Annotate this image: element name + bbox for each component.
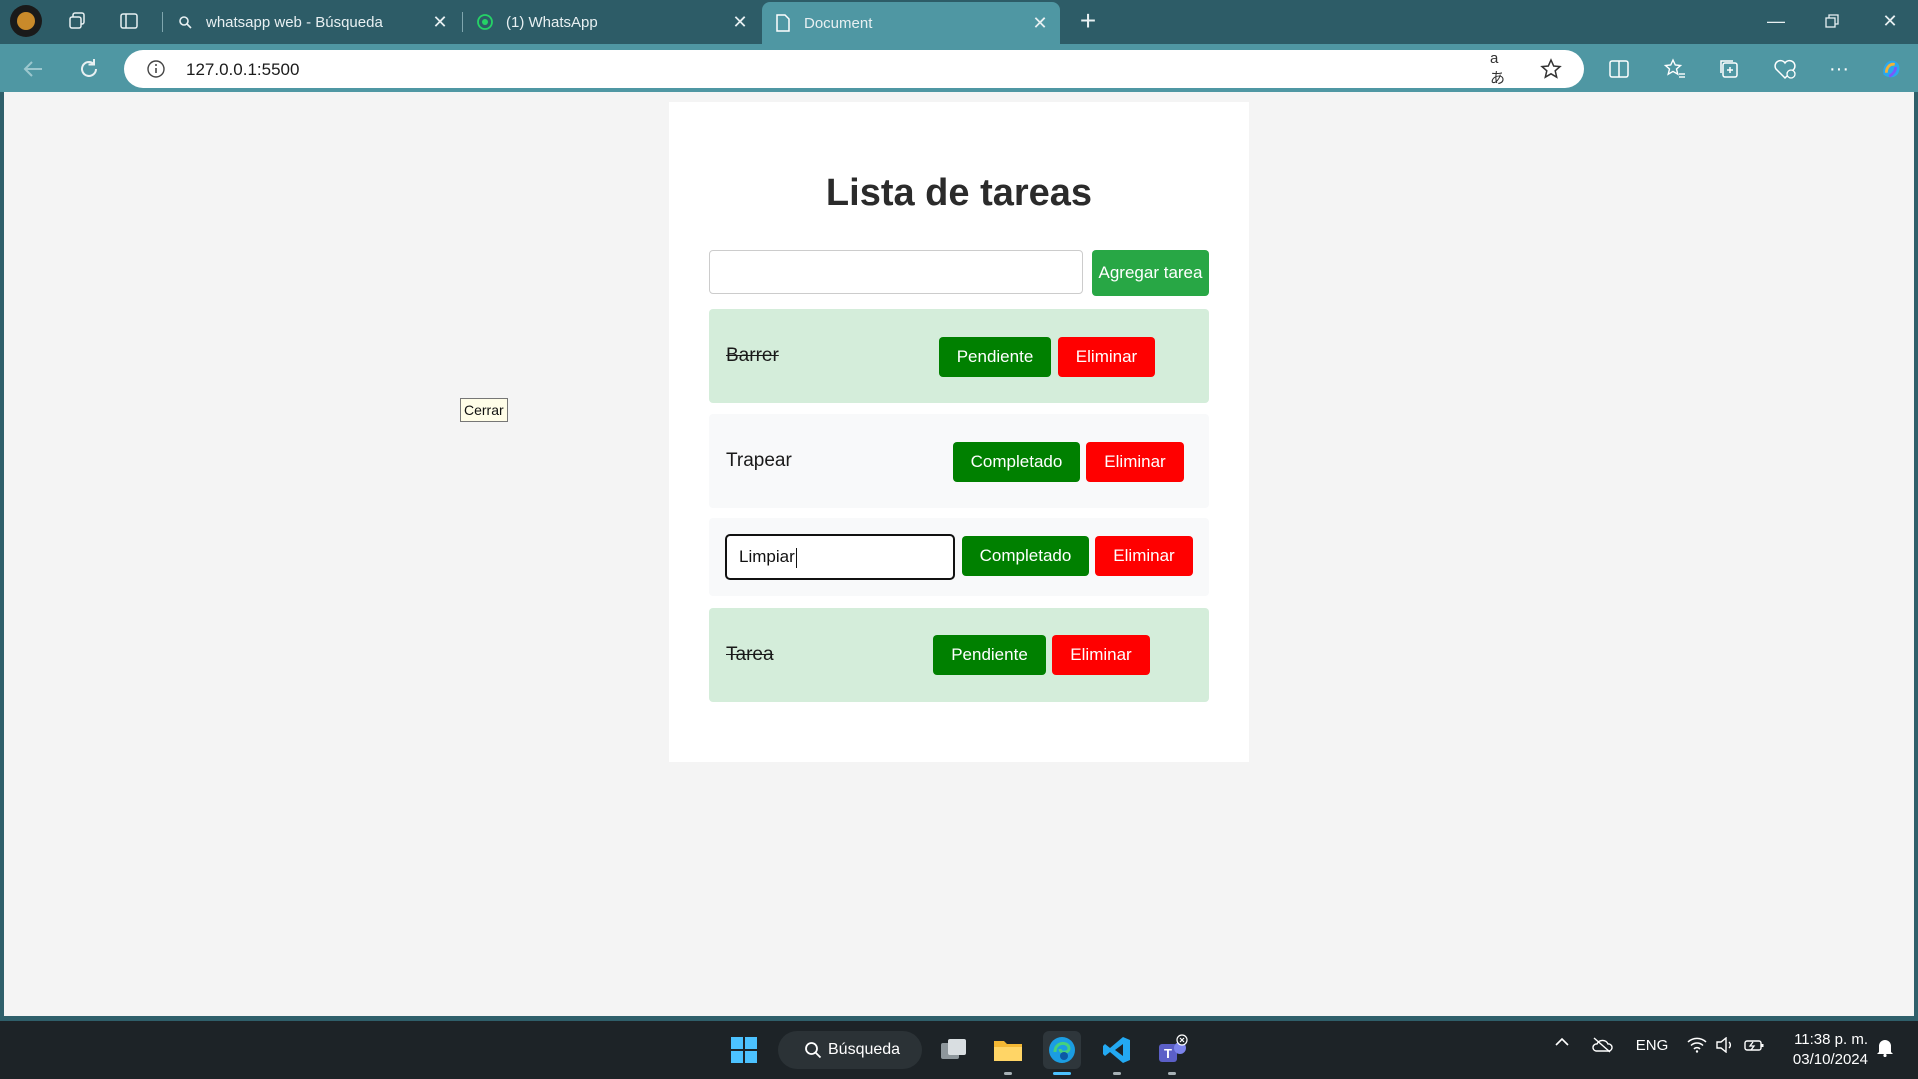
collections-icon[interactable] [1716, 56, 1742, 82]
svg-text:T: T [1164, 1046, 1172, 1061]
browser-toolbar: 127.0.0.1:5500 aあ ··· [0, 44, 1918, 92]
system-clock[interactable]: 11:38 p. m. 03/10/2024 [1782, 1030, 1868, 1070]
vertical-tabs-icon[interactable] [114, 8, 144, 34]
edge-icon[interactable] [1043, 1031, 1081, 1075]
close-button[interactable]: Cerrar [460, 398, 508, 422]
taskbar-search-label: Búsqueda [828, 1041, 901, 1058]
new-task-input[interactable] [709, 250, 1083, 294]
mark-pending-button[interactable]: Pendiente [939, 337, 1051, 377]
onedrive-offline-icon[interactable] [1590, 1037, 1614, 1053]
tab-separator [462, 12, 463, 32]
wifi-icon[interactable] [1686, 1037, 1708, 1053]
mark-completed-button[interactable]: Completado [962, 536, 1089, 576]
task-item-editing: Limpiar Completado Eliminar [709, 518, 1209, 596]
start-button[interactable] [725, 1031, 763, 1069]
teams-icon[interactable]: T [1153, 1031, 1191, 1075]
more-options-icon[interactable]: ··· [1826, 56, 1852, 82]
tab-document[interactable]: Document ✕ [762, 2, 1060, 44]
url-text: 127.0.0.1:5500 [186, 60, 300, 79]
tab-strip: whatsapp web - Búsqueda ✕ (1) WhatsApp ✕… [0, 0, 1918, 44]
workspaces-icon[interactable] [62, 8, 92, 34]
battery-icon[interactable] [1744, 1037, 1766, 1053]
profile-icon [17, 12, 35, 30]
vscode-icon[interactable] [1098, 1031, 1136, 1075]
favorite-star-icon[interactable] [1540, 58, 1562, 80]
task-view-icon[interactable] [935, 1031, 973, 1069]
running-indicator [1113, 1072, 1121, 1075]
task-text: Barrer [726, 345, 779, 366]
edit-task-input[interactable]: Limpiar [725, 534, 955, 580]
reload-button[interactable] [74, 54, 104, 84]
todo-container: Lista de tareas Agregar tarea Barrer Pen… [669, 102, 1249, 762]
page-title: Lista de tareas [825, 172, 1093, 214]
add-task-button[interactable]: Agregar tarea [1092, 250, 1209, 296]
clock-time: 11:38 p. m. [1794, 1031, 1868, 1048]
profile-avatar[interactable] [10, 5, 42, 37]
taskbar: Búsqueda T ENG 11:38 p. m. 03/10/2024 [0, 1021, 1918, 1079]
edit-task-value: Limpiar [739, 547, 795, 566]
address-bar[interactable]: 127.0.0.1:5500 aあ [124, 50, 1584, 88]
task-text: Trapear [726, 450, 792, 471]
delete-task-button[interactable]: Eliminar [1058, 337, 1155, 377]
file-explorer-icon[interactable] [989, 1031, 1027, 1075]
browser-essentials-icon[interactable] [1772, 56, 1798, 82]
whatsapp-icon [476, 13, 494, 31]
task-item: Tarea Pendiente Eliminar [709, 608, 1209, 702]
task-item: Barrer Pendiente Eliminar [709, 309, 1209, 403]
close-tab-icon[interactable]: ✕ [728, 10, 752, 34]
page-viewport: Cerrar Lista de tareas Agregar tarea Bar… [4, 92, 1914, 1016]
task-text: Tarea [726, 644, 774, 665]
show-hidden-icons[interactable] [1552, 1037, 1572, 1047]
mark-pending-button[interactable]: Pendiente [933, 635, 1046, 675]
taskbar-search[interactable]: Búsqueda [778, 1031, 922, 1069]
new-tab-button[interactable]: + [1074, 7, 1102, 36]
close-window-icon[interactable]: ✕ [1870, 6, 1910, 36]
delete-task-button[interactable]: Eliminar [1095, 536, 1193, 576]
restore-icon[interactable] [1812, 6, 1852, 36]
back-button[interactable] [18, 54, 48, 84]
close-tab-icon[interactable]: ✕ [428, 10, 452, 34]
read-aloud-translate-icon[interactable]: aあ [1490, 50, 1512, 87]
tab-search[interactable]: whatsapp web - Búsqueda ✕ [164, 0, 460, 44]
minimize-icon[interactable]: — [1756, 6, 1796, 36]
running-indicator [1168, 1072, 1176, 1075]
mark-completed-button[interactable]: Completado [953, 442, 1080, 482]
tab-title: whatsapp web - Búsqueda [206, 13, 383, 31]
running-indicator [1053, 1072, 1071, 1075]
running-indicator [1004, 1072, 1012, 1075]
search-icon [176, 13, 194, 31]
text-caret [795, 547, 797, 568]
split-screen-icon[interactable] [1606, 56, 1632, 82]
site-info-icon[interactable] [146, 59, 166, 79]
language-indicator[interactable]: ENG [1632, 1037, 1672, 1054]
task-item: Trapear Completado Eliminar [709, 414, 1209, 508]
tab-whatsapp[interactable]: (1) WhatsApp ✕ [464, 0, 760, 44]
tab-title: Document [804, 14, 873, 32]
delete-task-button[interactable]: Eliminar [1086, 442, 1184, 482]
tab-separator [162, 12, 163, 32]
document-icon [774, 14, 792, 32]
volume-icon[interactable] [1714, 1037, 1736, 1053]
close-tab-icon[interactable]: ✕ [1028, 11, 1052, 35]
notifications-icon[interactable] [1874, 1037, 1896, 1057]
tab-title: (1) WhatsApp [506, 13, 598, 31]
clock-date: 03/10/2024 [1792, 1051, 1868, 1068]
search-icon [804, 1041, 822, 1059]
favorites-icon[interactable] [1662, 56, 1688, 82]
delete-task-button[interactable]: Eliminar [1052, 635, 1150, 675]
copilot-icon[interactable] [1878, 56, 1904, 82]
